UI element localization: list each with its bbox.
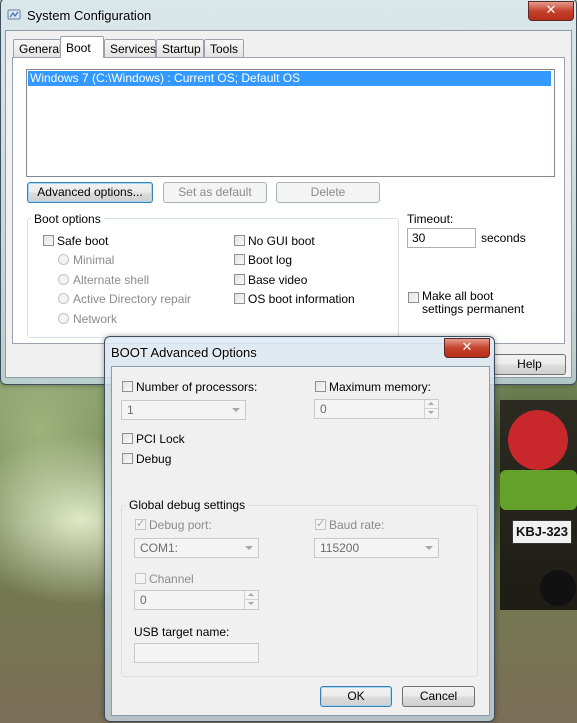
os-boot-information-checkbox[interactable] bbox=[234, 293, 245, 304]
spin-down-icon[interactable] bbox=[244, 600, 258, 609]
set-as-default-button[interactable]: Set as default bbox=[163, 182, 267, 203]
channel-value: 0 bbox=[140, 593, 147, 607]
make-permanent-checkbox[interactable] bbox=[408, 292, 419, 303]
no-gui-boot-label: No GUI boot bbox=[248, 234, 315, 248]
advanced-options-button[interactable]: Advanced options... bbox=[27, 182, 153, 203]
baud-rate-value: 115200 bbox=[320, 541, 360, 555]
make-permanent-label: Make all boot settings permanent bbox=[422, 289, 525, 316]
tab-services[interactable]: Services bbox=[104, 39, 156, 57]
jeep-red-hood bbox=[508, 410, 568, 470]
chevron-down-icon bbox=[425, 546, 433, 550]
chevron-down-icon bbox=[245, 546, 253, 550]
spin-down-icon[interactable] bbox=[424, 409, 438, 418]
dialog-close-button[interactable]: ✕ bbox=[444, 338, 490, 358]
debug-label: Debug bbox=[136, 452, 172, 466]
delete-button[interactable]: Delete bbox=[276, 182, 380, 203]
tab-general[interactable]: General bbox=[13, 39, 62, 57]
number-of-processors-label: Number of processors: bbox=[136, 380, 258, 394]
number-of-processors-value: 1 bbox=[127, 403, 134, 417]
baud-rate-select[interactable]: 115200 bbox=[314, 538, 439, 558]
no-gui-boot-checkbox[interactable] bbox=[234, 235, 245, 246]
timeout-input[interactable]: 30 bbox=[407, 228, 476, 248]
usb-target-name-label: USB target name: bbox=[134, 625, 230, 639]
debug-port-select[interactable]: COM1: bbox=[134, 538, 259, 558]
tab-boot[interactable]: Boot bbox=[60, 36, 104, 58]
os-boot-information-label: OS boot information bbox=[248, 292, 355, 306]
timeout-unit-label: seconds bbox=[481, 231, 526, 245]
number-of-processors-select[interactable]: 1 bbox=[121, 400, 246, 420]
pci-lock-checkbox[interactable] bbox=[122, 433, 133, 444]
window-close-button[interactable]: ✕ bbox=[528, 1, 574, 21]
license-plate: KBJ-323 bbox=[512, 520, 572, 544]
debug-port-label: Debug port: bbox=[149, 518, 212, 532]
spin-up-icon[interactable] bbox=[424, 400, 438, 409]
debug-port-value: COM1: bbox=[140, 541, 179, 555]
channel-spinner[interactable]: 0 bbox=[134, 590, 259, 610]
minimal-radio[interactable] bbox=[58, 254, 69, 265]
help-button[interactable]: Help bbox=[493, 354, 566, 375]
debug-port-checkbox[interactable] bbox=[135, 517, 146, 530]
minimal-label: Minimal bbox=[73, 253, 115, 267]
baud-rate-checkbox[interactable] bbox=[315, 517, 326, 530]
debug-checkbox[interactable] bbox=[122, 453, 133, 464]
pci-lock-label: PCI Lock bbox=[136, 432, 185, 446]
maximum-memory-value: 0 bbox=[320, 402, 327, 416]
wallpaper-jeep: KBJ-323 bbox=[500, 400, 577, 610]
tab-tools[interactable]: Tools bbox=[204, 39, 244, 57]
base-video-checkbox[interactable] bbox=[234, 274, 245, 285]
usb-target-name-input[interactable] bbox=[134, 643, 259, 663]
maximum-memory-checkbox[interactable] bbox=[315, 381, 326, 392]
boot-entry-windows7[interactable]: Windows 7 (C:\Windows) : Current OS; Def… bbox=[28, 71, 551, 86]
boot-log-label: Boot log bbox=[248, 253, 293, 267]
baud-rate-label: Baud rate: bbox=[329, 518, 385, 532]
alternate-shell-label: Alternate shell bbox=[73, 273, 150, 287]
channel-label: Channel bbox=[149, 572, 194, 586]
maximum-memory-spinner[interactable]: 0 bbox=[314, 399, 439, 419]
network-radio[interactable] bbox=[58, 313, 69, 324]
safe-boot-label: Safe boot bbox=[57, 234, 109, 248]
active-directory-repair-radio[interactable] bbox=[58, 293, 69, 304]
tab-startup[interactable]: Startup bbox=[156, 39, 204, 57]
msconfig-app-icon bbox=[7, 9, 21, 20]
network-label: Network bbox=[73, 312, 118, 326]
boot-log-checkbox[interactable] bbox=[234, 254, 245, 265]
channel-checkbox[interactable] bbox=[135, 573, 146, 584]
jeep-banana-load bbox=[500, 470, 577, 510]
timeout-label: Timeout: bbox=[407, 212, 454, 226]
window-title: System Configuration bbox=[27, 8, 152, 23]
boot-options-legend: Boot options bbox=[31, 212, 104, 226]
maximum-memory-label: Maximum memory: bbox=[329, 380, 432, 394]
number-of-processors-checkbox[interactable] bbox=[122, 381, 133, 392]
chevron-down-icon bbox=[232, 408, 240, 412]
base-video-label: Base video bbox=[248, 273, 308, 287]
global-debug-settings-legend: Global debug settings bbox=[126, 498, 249, 512]
alternate-shell-radio[interactable] bbox=[58, 274, 69, 285]
jeep-wheel bbox=[540, 570, 576, 606]
safe-boot-checkbox[interactable] bbox=[43, 235, 54, 246]
spin-up-icon[interactable] bbox=[244, 591, 258, 600]
dialog-title: BOOT Advanced Options bbox=[111, 345, 257, 360]
cancel-button[interactable]: Cancel bbox=[402, 686, 475, 707]
boot-entries-list[interactable]: Windows 7 (C:\Windows) : Current OS; Def… bbox=[26, 69, 555, 177]
ok-button[interactable]: OK bbox=[320, 686, 392, 707]
active-directory-repair-label: Active Directory repair bbox=[73, 292, 192, 306]
